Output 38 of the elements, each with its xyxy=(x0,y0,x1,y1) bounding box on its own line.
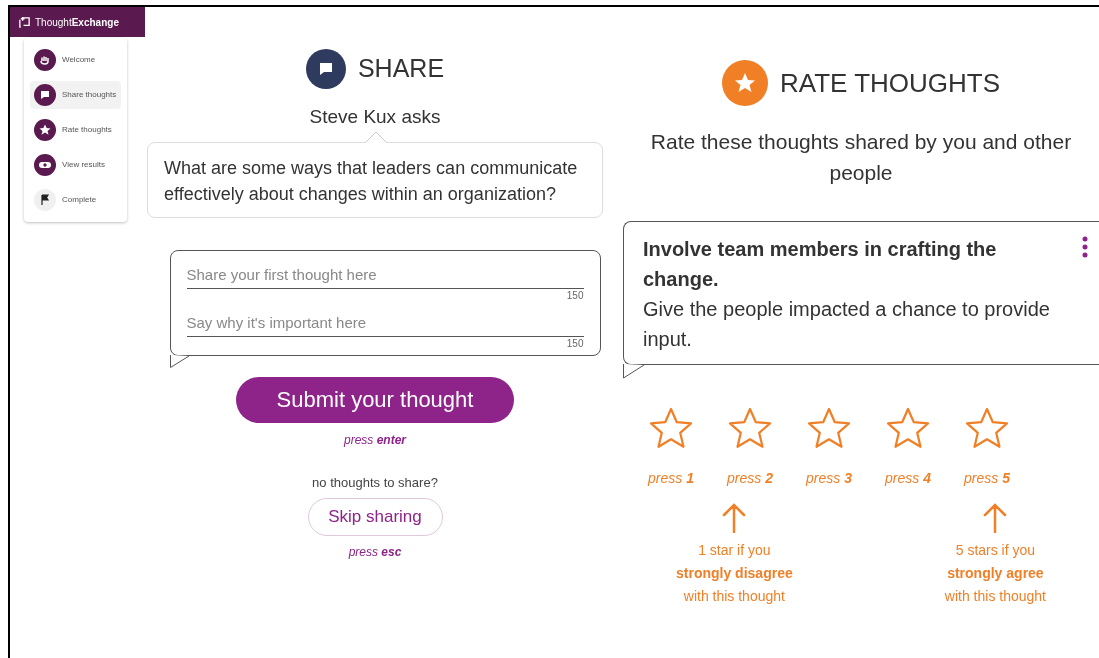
text-input[interactable]: Share your first thought here xyxy=(186,260,584,289)
arrow-icon xyxy=(721,503,748,533)
chat-icon xyxy=(305,49,346,89)
step-item[interactable]: Share thoughts xyxy=(30,81,121,109)
bubble-tail xyxy=(365,131,387,143)
char-counter: 150 xyxy=(565,336,584,351)
eye-icon xyxy=(34,154,56,176)
step-item[interactable]: View results xyxy=(30,151,121,179)
char-counter: 150 xyxy=(565,288,584,303)
step-item[interactable]: Complete xyxy=(30,186,121,214)
asker-text: Steve Kux asks xyxy=(309,105,441,129)
brand-name: ThoughtExchange xyxy=(35,15,119,30)
section-title: SHARE xyxy=(357,53,445,85)
more-icon[interactable] xyxy=(1082,236,1088,258)
arrow-icon xyxy=(982,503,1009,533)
shortcut-hint: press 4 xyxy=(885,469,931,488)
shortcut-hint: press 3 xyxy=(806,469,852,488)
submit-button[interactable]: Submit your thought xyxy=(236,376,514,423)
hint-text: 1 star if you strongly disagree with this thought xyxy=(676,541,793,606)
shortcut-hint: press 2 xyxy=(727,469,773,488)
flag-icon xyxy=(34,189,56,211)
step-item[interactable]: Rate thoughts xyxy=(30,116,121,144)
shortcut-hint: press esc xyxy=(348,544,402,561)
hand-icon xyxy=(34,49,56,71)
question-card: What are some ways that leaders can communicate effectively about changes within an organization? xyxy=(147,141,603,218)
logo-icon xyxy=(18,15,31,29)
shortcut-hint: press 5 xyxy=(964,469,1010,488)
shortcut-hint: press 1 xyxy=(648,469,694,488)
chat-icon xyxy=(34,84,56,106)
section-title: RATE THOUGHTS xyxy=(779,66,1001,100)
thought-text: Give the people impacted a chance to provide input. xyxy=(643,297,1051,352)
thought-title: Involve team members in crafting the change. xyxy=(643,237,998,292)
hint-text: 5 stars if you strongly agree with this thought xyxy=(944,541,1046,606)
intro-text: Rate these thoughts shared by you and other people xyxy=(649,129,1073,186)
text-input[interactable]: Say why it's important here xyxy=(186,308,584,337)
step-item[interactable]: Welcome xyxy=(30,46,121,74)
skip-prompt: no thoughts to share? xyxy=(312,473,438,492)
shortcut-hint: press enter xyxy=(344,431,406,449)
